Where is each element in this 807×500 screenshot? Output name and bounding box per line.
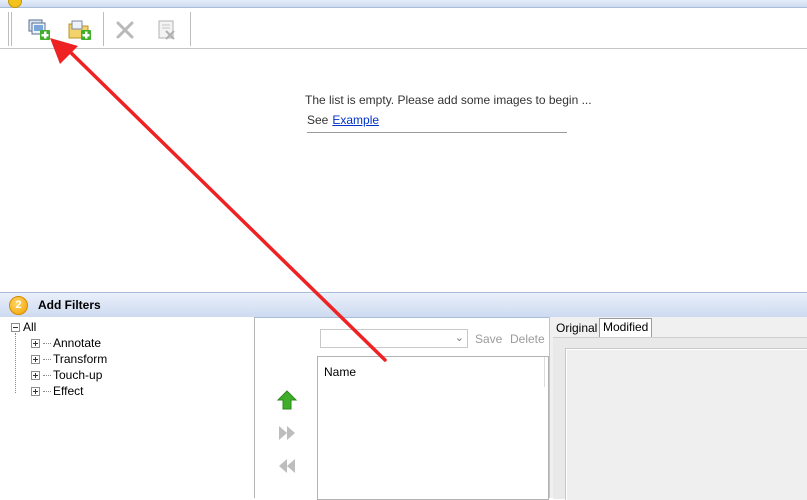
see-example-line: See Example bbox=[307, 113, 379, 127]
add-images-button[interactable] bbox=[25, 16, 53, 44]
tree-connector bbox=[15, 333, 16, 393]
expand-icon[interactable] bbox=[31, 371, 40, 380]
preview-image-area bbox=[565, 348, 807, 500]
collapse-icon[interactable] bbox=[11, 323, 20, 332]
toolbar-separator bbox=[103, 12, 104, 46]
delete-button[interactable]: Delete bbox=[510, 332, 545, 346]
double-chevron-left-icon bbox=[279, 459, 295, 473]
save-button[interactable]: Save bbox=[475, 332, 502, 346]
toolbar-separator bbox=[190, 12, 191, 46]
step-2-badge: 2 bbox=[9, 296, 28, 315]
tree-node-label: Annotate bbox=[53, 336, 102, 350]
expand-icon[interactable] bbox=[31, 355, 40, 364]
tree-node-label: Touch-up bbox=[53, 368, 103, 382]
tree-node-transform[interactable]: Transform bbox=[31, 352, 107, 366]
tree-node-all[interactable]: All bbox=[11, 320, 36, 334]
tree-node-label: All bbox=[23, 320, 37, 334]
filter-preset-combo[interactable]: ⌄ bbox=[320, 329, 468, 348]
see-label: See bbox=[307, 113, 329, 127]
applied-filters-list[interactable]: Name bbox=[317, 356, 549, 500]
step-1-badge bbox=[8, 0, 22, 8]
add-images-icon bbox=[28, 19, 50, 40]
image-toolbar bbox=[0, 8, 807, 49]
tree-node-label: Transform bbox=[53, 352, 108, 366]
add-folder-icon bbox=[68, 20, 91, 40]
preview-canvas bbox=[553, 337, 807, 500]
expand-icon[interactable] bbox=[31, 339, 40, 348]
tree-node-label: Effect bbox=[53, 384, 84, 398]
tab-modified[interactable]: Modified bbox=[599, 318, 653, 337]
delete-x-icon bbox=[116, 21, 134, 39]
toolbar-separator bbox=[11, 12, 12, 46]
add-filter-button[interactable] bbox=[276, 422, 298, 444]
move-up-button[interactable] bbox=[276, 389, 298, 411]
panel-1-header bbox=[0, 0, 807, 8]
add-folder-button[interactable] bbox=[66, 16, 94, 44]
chevron-down-icon[interactable]: ⌄ bbox=[455, 331, 464, 344]
double-chevron-right-icon bbox=[279, 426, 295, 440]
toolbar-separator bbox=[8, 12, 9, 46]
column-header-name: Name bbox=[324, 365, 357, 379]
clear-list-icon bbox=[158, 20, 175, 40]
remove-filter-button[interactable] bbox=[276, 455, 298, 477]
tree-node-effect[interactable]: Effect bbox=[31, 384, 83, 398]
scrollbar[interactable] bbox=[544, 357, 548, 387]
tab-original[interactable]: Original bbox=[553, 320, 600, 336]
clear-button[interactable] bbox=[153, 16, 181, 44]
tree-node-annotate[interactable]: Annotate bbox=[31, 336, 101, 350]
empty-list-message: The list is empty. Please add some image… bbox=[305, 93, 592, 107]
message-divider bbox=[307, 132, 567, 133]
add-filters-title: Add Filters bbox=[38, 298, 101, 312]
remove-button[interactable] bbox=[111, 16, 139, 44]
example-link[interactable]: Example bbox=[332, 113, 379, 127]
arrow-up-icon bbox=[276, 390, 298, 410]
tree-node-touch-up[interactable]: Touch-up bbox=[31, 368, 102, 382]
expand-icon[interactable] bbox=[31, 387, 40, 396]
add-filters-header: 2 Add Filters bbox=[0, 292, 807, 318]
